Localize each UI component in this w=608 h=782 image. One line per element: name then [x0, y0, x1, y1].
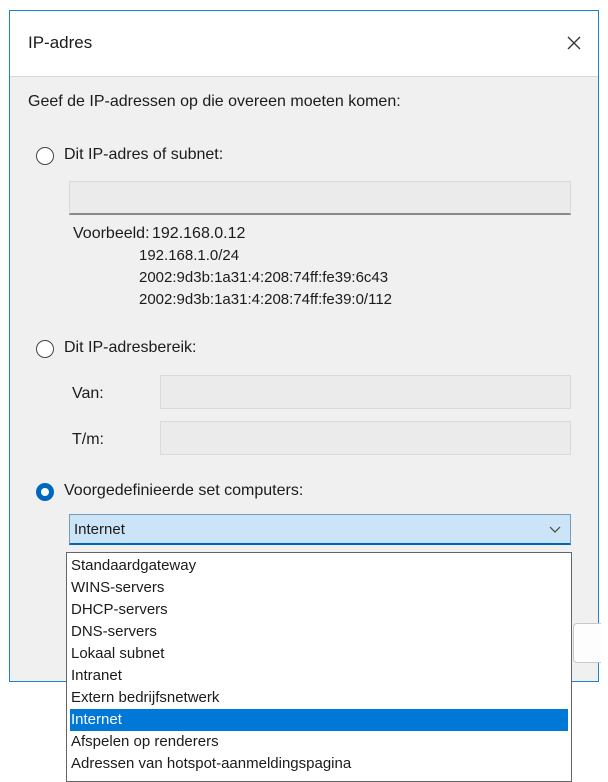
example-2: 192.168.1.0/24 [139, 247, 240, 264]
predefined-set-select[interactable]: Internet [69, 514, 571, 545]
close-button[interactable] [556, 25, 592, 61]
dropdown-option[interactable]: Intranet [70, 665, 568, 687]
example-4: 2002:9d3b:1a31:4:208:74ff:fe39:0/112 [139, 291, 393, 308]
dropdown-option[interactable]: DNS-servers [70, 621, 568, 643]
radio-address-range[interactable] [36, 340, 54, 358]
predefined-set-dropdown-list: Standaardgateway WINS-servers DHCP-serve… [66, 552, 572, 782]
range-to-label: T/m: [72, 431, 104, 448]
radio-single-address-label[interactable]: Dit IP-adres of subnet: [64, 146, 223, 164]
title-bar: IP-adres [10, 11, 598, 77]
predefined-set-value: Internet [74, 521, 125, 538]
single-address-input[interactable] [69, 181, 571, 215]
radio-predefined-set-label[interactable]: Voorgedefinieerde set computers: [64, 482, 303, 500]
range-from-input[interactable] [160, 375, 571, 409]
close-icon [567, 36, 581, 50]
instruction-text: Geef de IP-adressen op die overeen moete… [28, 93, 401, 110]
range-from-label: Van: [72, 385, 104, 402]
dropdown-option[interactable]: WINS-servers [70, 577, 568, 599]
dropdown-option[interactable]: Extern bedrijfsnetwerk [70, 687, 568, 709]
chevron-down-icon [549, 526, 561, 533]
dropdown-option[interactable]: Standaardgateway [70, 555, 568, 577]
dropdown-option-selected[interactable]: Internet [70, 709, 568, 731]
dropdown-option[interactable]: DHCP-servers [70, 599, 568, 621]
example-label: Voorbeeld: [73, 225, 150, 242]
dropdown-option[interactable]: Adressen van hotspot-aanmeldingspagina [70, 753, 568, 775]
dialog-title: IP-adres [28, 33, 93, 52]
example-1: 192.168.0.12 [152, 225, 246, 242]
radio-predefined-set[interactable] [36, 483, 54, 501]
radio-address-range-label[interactable]: Dit IP-adresbereik: [64, 339, 197, 357]
dropdown-option[interactable]: Lokaal subnet [70, 643, 568, 665]
radio-single-address[interactable] [36, 147, 54, 165]
range-to-input[interactable] [160, 421, 571, 455]
example-3: 2002:9d3b:1a31:4:208:74ff:fe39:6c43 [139, 269, 389, 286]
dropdown-option[interactable]: Afspelen op renderers [70, 731, 568, 753]
ok-button-partial[interactable] [573, 623, 601, 663]
